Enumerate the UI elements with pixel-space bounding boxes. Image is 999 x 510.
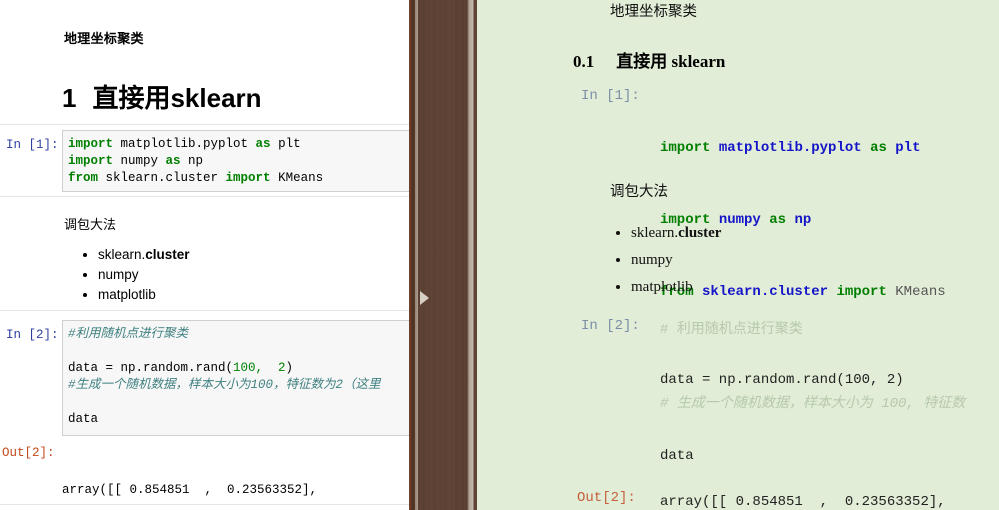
- list-item-label: matplotlib: [631, 279, 693, 295]
- list-item-label: sklearn.: [98, 247, 146, 262]
- notebook-heading-number: 1: [62, 83, 77, 113]
- input-prompt-1: In [1]:: [6, 138, 59, 152]
- panel-divider[interactable]: [409, 0, 477, 510]
- code-comment-line: #利用随机点进行聚类: [68, 327, 189, 341]
- pdf-package-list: sklearn.cluster numpy matplotlib: [605, 220, 721, 301]
- output-array-2: array([[ 0.854851 , 0.23563352], [ 0.718…: [62, 445, 317, 510]
- code-editor-2[interactable]: #利用随机点进行聚类 data = np.random.rand(100, 2)…: [62, 320, 409, 436]
- code-comment-line: #生成一个随机数据，样本大小为100，特征数为2（这里: [68, 378, 381, 392]
- pdf-code-line-2: data: [660, 448, 694, 464]
- list-item: matplotlib: [631, 274, 721, 301]
- cell-divider-1: [0, 196, 409, 197]
- notebook-markdown-text: 调包大法: [64, 217, 117, 232]
- input-prompt-2: In [2]:: [6, 328, 59, 342]
- divider-highlight-edge: [415, 0, 418, 510]
- code-line: import matplotlib.pyplot as plt: [68, 137, 301, 151]
- list-item-label: matplotlib: [98, 287, 156, 302]
- list-item: numpy: [98, 265, 190, 285]
- notebook-markdown-title: 地理坐标聚类: [64, 31, 144, 46]
- pdf-output-prompt-2: Out[2]:: [577, 490, 636, 506]
- pdf-markdown-text: 调包大法: [610, 184, 668, 200]
- input-cell-1[interactable]: In [1]: import matplotlib.pyplot as plt …: [0, 130, 409, 192]
- input-cell-2[interactable]: In [2]: #利用随机点进行聚类 data = np.random.rand…: [0, 320, 409, 438]
- code-line: from sklearn.cluster import KMeans: [68, 171, 324, 185]
- code-line: data: [68, 412, 99, 426]
- pdf-section-number: 0.1: [573, 52, 595, 71]
- output-prompt-2: Out[2]:: [2, 446, 55, 460]
- list-item-label: sklearn.: [631, 225, 679, 241]
- code-line: data = np.random.rand(100, 2): [68, 360, 409, 377]
- pdf-code-line: import matplotlib.pyplot as plt: [660, 140, 921, 156]
- notebook-heading-text: 直接用sklearn: [92, 83, 262, 113]
- latex-pdf-panel: 地理坐标聚类 0.1 直接用 sklearn In [1]: import mat…: [477, 0, 999, 510]
- list-item: sklearn.cluster: [98, 245, 190, 265]
- code-text: ): [285, 361, 294, 375]
- pdf-section-title: 直接用 sklearn: [616, 52, 726, 71]
- pdf-code-comment-2: # 生成一个随机数据，样本大小为 100, 特征数: [660, 396, 966, 412]
- package-list: sklearn.cluster numpy matplotlib: [76, 245, 190, 305]
- code-editor-1[interactable]: import matplotlib.pyplot as plt import n…: [62, 130, 409, 192]
- list-item: matplotlib: [98, 285, 190, 305]
- pdf-code-line-1: data = np.random.rand(100, 2): [660, 372, 904, 388]
- code-text: data = np.random.rand(: [68, 361, 234, 375]
- pdf-output-line: array([[ 0.854851 , 0.23563352],: [660, 494, 946, 510]
- pdf-markdown-title: 地理坐标聚类: [610, 4, 697, 20]
- pdf-input-prompt-2: In [2]:: [581, 318, 640, 334]
- expand-right-triangle-icon[interactable]: [420, 291, 429, 305]
- code-line: import numpy as np: [68, 154, 204, 168]
- pdf-input-prompt-1: In [1]:: [581, 88, 640, 104]
- output-line: array([[ 0.854851 , 0.23563352],: [62, 483, 318, 497]
- cell-divider-top: [0, 124, 409, 125]
- list-item: numpy: [631, 247, 721, 274]
- wood-texture: [409, 0, 477, 510]
- list-item-bold: cluster: [145, 247, 190, 262]
- list-item-label: numpy: [631, 252, 673, 268]
- list-item-bold: cluster: [678, 225, 722, 241]
- cell-divider-2: [0, 310, 409, 311]
- pdf-section-heading: 0.1 直接用 sklearn: [573, 47, 725, 72]
- list-item-label: numpy: [98, 267, 139, 282]
- pdf-code-comment-1: # 利用随机点进行聚类: [660, 322, 803, 338]
- jupyter-notebook-panel: 地理坐标聚类 1 直接用sklearn In [1]: import matplo…: [0, 0, 409, 510]
- cell-divider-bottom: [0, 504, 409, 505]
- screenshot-root: 地理坐标聚类 1 直接用sklearn In [1]: import matplo…: [0, 0, 999, 510]
- notebook-heading-1: 1 直接用sklearn: [62, 78, 262, 115]
- list-item: sklearn.cluster: [631, 220, 721, 247]
- code-number: 100, 2: [233, 361, 286, 375]
